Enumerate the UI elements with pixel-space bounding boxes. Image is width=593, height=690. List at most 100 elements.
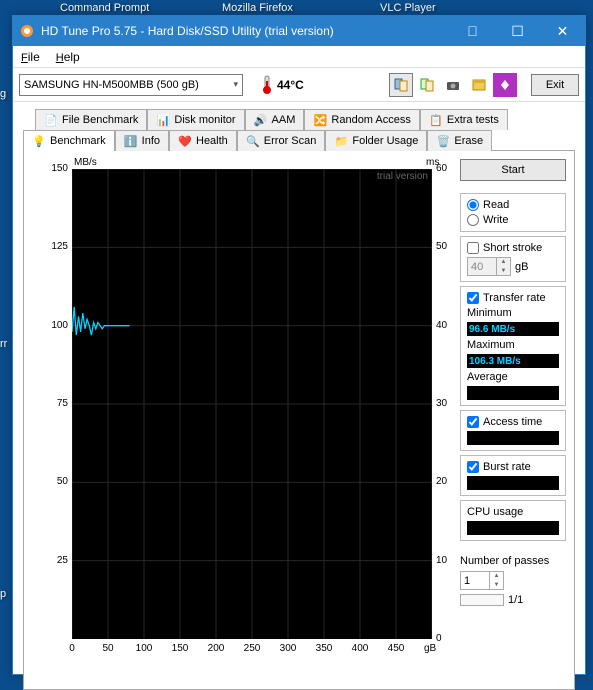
transfer-rate-check[interactable]: Transfer rate (467, 292, 559, 304)
thermometer-icon (261, 75, 273, 95)
save-icon[interactable] (467, 73, 491, 97)
random-icon: 🔀 (313, 113, 327, 127)
copy-text-icon[interactable] (415, 73, 439, 97)
minimum-label: Minimum (467, 307, 559, 319)
gb-label: gB (515, 261, 528, 273)
maximum-value: 106.3 MB/s (467, 354, 559, 368)
x-tick: 0 (60, 643, 84, 654)
passes-label: Number of passes (460, 555, 566, 567)
y-tick: 50 (34, 476, 68, 487)
start-button[interactable]: Start (460, 159, 566, 181)
menu-file[interactable]: File (21, 50, 40, 64)
tab-health[interactable]: ❤️Health (169, 130, 237, 151)
burst-rate-value (467, 476, 559, 490)
minimize-button[interactable]: 􀅽 (450, 16, 495, 46)
monitor-icon: 📊 (156, 113, 170, 127)
app-window: HD Tune Pro 5.75 - Hard Disk/SSD Utility… (12, 15, 586, 675)
menubar: File Help (13, 46, 585, 68)
passes-counter: 1/1 (508, 594, 523, 606)
passes-input[interactable]: 1▲▼ (460, 571, 504, 590)
x-tick: 350 (312, 643, 336, 654)
menu-help[interactable]: Help (56, 50, 80, 64)
chart-area: MB/s ms trial version 255075100125150 01… (32, 159, 452, 681)
side-panel: Start Read Write Short stroke 40▲▼ gB Tr… (460, 159, 566, 681)
cpu-usage-value (467, 521, 559, 535)
temperature-display: 44°C (261, 75, 304, 95)
x-tick: 300 (276, 643, 300, 654)
desktop-shortcut: p (0, 588, 6, 600)
y-tick: 100 (34, 320, 68, 331)
y2-tick: 10 (436, 555, 447, 566)
x-tick: 450 (384, 643, 408, 654)
x-tick: 50 (96, 643, 120, 654)
y2-tick: 40 (436, 320, 447, 331)
tab-disk-monitor[interactable]: 📊Disk monitor (147, 109, 244, 130)
y-tick: 125 (34, 241, 68, 252)
tab-erase[interactable]: 🗑️Erase (427, 130, 492, 151)
x-tick: 400 (348, 643, 372, 654)
tab-container: 📄File Benchmark 📊Disk monitor 🔊AAM 🔀Rand… (13, 102, 585, 150)
access-time-check[interactable]: Access time (467, 416, 559, 428)
temperature-value: 44°C (277, 78, 304, 92)
tab-info[interactable]: ℹ️Info (115, 130, 169, 151)
drive-select[interactable]: SAMSUNG HN-M500MBB (500 gB) ▾ (19, 74, 243, 96)
file-icon: 📄 (44, 113, 58, 127)
window-title: HD Tune Pro 5.75 - Hard Disk/SSD Utility… (41, 24, 450, 38)
desktop-shortcut: VLC Player (380, 2, 436, 14)
y2-tick: 50 (436, 241, 447, 252)
y-tick: 150 (34, 163, 68, 174)
exit-button[interactable]: Exit (531, 74, 579, 96)
maximum-label: Maximum (467, 339, 559, 351)
maximize-button[interactable]: ☐ (495, 16, 540, 46)
tab-folder-usage[interactable]: 📁Folder Usage (325, 130, 427, 151)
chart-plot: trial version (72, 169, 432, 639)
average-label: Average (467, 371, 559, 383)
tab-error-scan[interactable]: 🔍Error Scan (237, 130, 326, 151)
short-stroke-check[interactable]: Short stroke (467, 242, 559, 254)
y2-tick: 60 (436, 163, 447, 174)
speaker-icon: 🔊 (254, 113, 268, 127)
x-axis-unit: gB (424, 643, 436, 654)
copy-info-icon[interactable] (389, 73, 413, 97)
desktop-shortcut: Command Prompt (60, 2, 149, 14)
close-button[interactable]: ✕ (540, 16, 585, 46)
y2-tick: 20 (436, 476, 447, 487)
tab-file-benchmark[interactable]: 📄File Benchmark (35, 109, 147, 130)
y2-tick: 0 (436, 633, 442, 644)
tab-aam[interactable]: 🔊AAM (245, 109, 305, 130)
average-value (467, 386, 559, 400)
benchmark-icon: 💡 (32, 134, 46, 148)
y-tick: 25 (34, 555, 68, 566)
tab-extra-tests[interactable]: 📋Extra tests (420, 109, 508, 130)
write-radio[interactable]: Write (467, 214, 559, 226)
access-time-value (467, 431, 559, 445)
minimum-value: 96.6 MB/s (467, 322, 559, 336)
desktop-shortcut: g (0, 88, 6, 100)
screenshot-icon[interactable] (441, 73, 465, 97)
burst-rate-check[interactable]: Burst rate (467, 461, 559, 473)
x-tick: 150 (168, 643, 192, 654)
desktop-shortcut: Mozilla Firefox (222, 2, 293, 14)
chevron-down-icon: ▾ (233, 79, 238, 90)
tab-benchmark[interactable]: 💡Benchmark (23, 130, 115, 151)
y-tick: 75 (34, 398, 68, 409)
erase-icon: 🗑️ (436, 134, 450, 148)
desktop-shortcut: rr (0, 338, 7, 350)
passes-progress (460, 594, 504, 606)
x-tick: 200 (204, 643, 228, 654)
toolbar: SAMSUNG HN-M500MBB (500 gB) ▾ 44°C Exit (13, 68, 585, 102)
drive-select-value: SAMSUNG HN-M500MBB (500 gB) (24, 79, 199, 91)
tab-random-access[interactable]: 🔀Random Access (304, 109, 419, 130)
cpu-usage-label: CPU usage (467, 506, 559, 518)
search-icon: 🔍 (246, 134, 260, 148)
x-tick: 100 (132, 643, 156, 654)
read-radio[interactable]: Read (467, 199, 559, 211)
app-icon (19, 23, 35, 39)
health-icon: ❤️ (178, 134, 192, 148)
options-icon[interactable] (493, 73, 517, 97)
info-icon: ℹ️ (124, 134, 138, 148)
folder-icon: 📁 (334, 134, 348, 148)
extra-icon: 📋 (429, 113, 443, 127)
titlebar[interactable]: HD Tune Pro 5.75 - Hard Disk/SSD Utility… (13, 16, 585, 46)
short-stroke-input[interactable]: 40▲▼ (467, 257, 511, 276)
